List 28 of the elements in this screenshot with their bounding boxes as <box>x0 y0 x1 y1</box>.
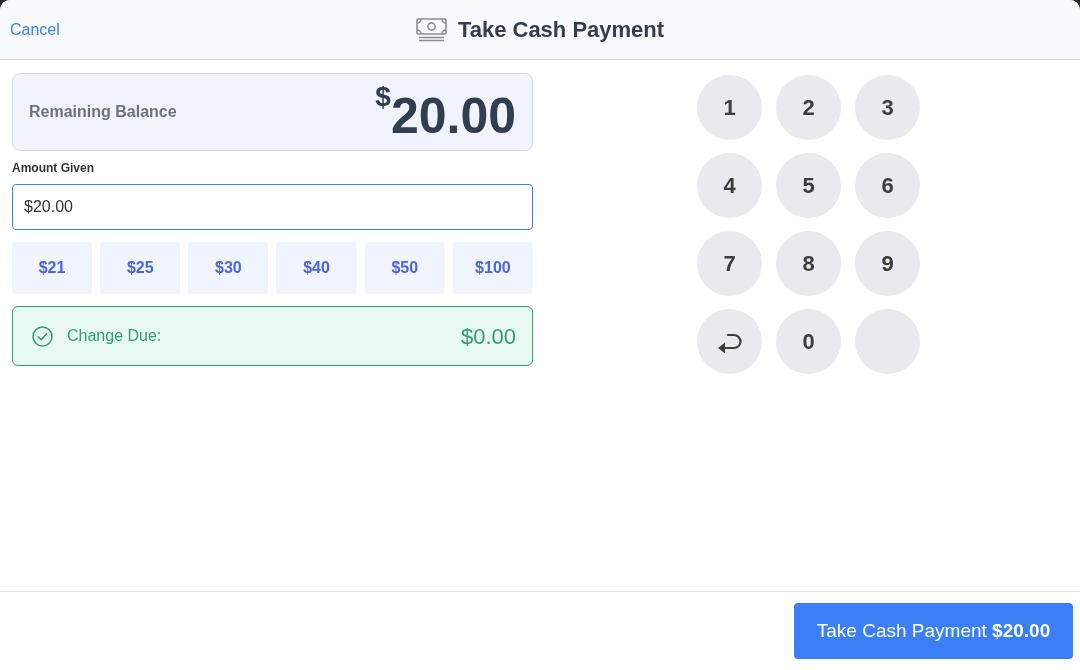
cancel-link[interactable]: Cancel <box>10 17 60 42</box>
quick-amount-button[interactable]: $30 <box>188 242 269 294</box>
keypad-key[interactable]: 2 <box>776 75 841 140</box>
quick-amount-button[interactable]: $100 <box>452 242 533 294</box>
change-due-amount: $0.00 <box>460 322 516 351</box>
change-due-label: Change Due: <box>67 326 162 346</box>
keypad-key[interactable]: 4 <box>697 153 762 218</box>
window-title: Take Cash Payment <box>457 16 665 44</box>
currency-symbol: $ <box>375 83 391 111</box>
check-circle-icon <box>32 325 53 347</box>
keypad-key[interactable]: 6 <box>855 153 920 218</box>
quick-amount-button[interactable]: $21 <box>12 242 93 294</box>
keypad-key[interactable]: 1 <box>697 75 762 140</box>
amount-input-field[interactable]: $20.00 <box>12 184 533 230</box>
take-payment-button[interactable]: Take Cash Payment $20.00 <box>794 603 1073 659</box>
keypad-key[interactable]: 3 <box>855 75 920 140</box>
keypad-key[interactable]: 9 <box>855 231 920 296</box>
cash-icon <box>415 17 447 42</box>
quick-amount-button[interactable]: $50 <box>364 242 445 294</box>
quick-amount-button[interactable]: $25 <box>100 242 181 294</box>
amount-given-label: Amount Given <box>12 161 95 175</box>
keypad-key[interactable]: 8 <box>776 231 841 296</box>
balance-label: Remaining Balance <box>29 102 177 122</box>
keypad-key[interactable]: 0 <box>776 309 841 374</box>
keypad-key[interactable]: 7 <box>697 231 762 296</box>
keypad-key[interactable]: 5 <box>776 153 841 218</box>
balance-amount: 20.00 <box>390 91 516 141</box>
quick-amount-button[interactable]: $40 <box>276 242 357 294</box>
